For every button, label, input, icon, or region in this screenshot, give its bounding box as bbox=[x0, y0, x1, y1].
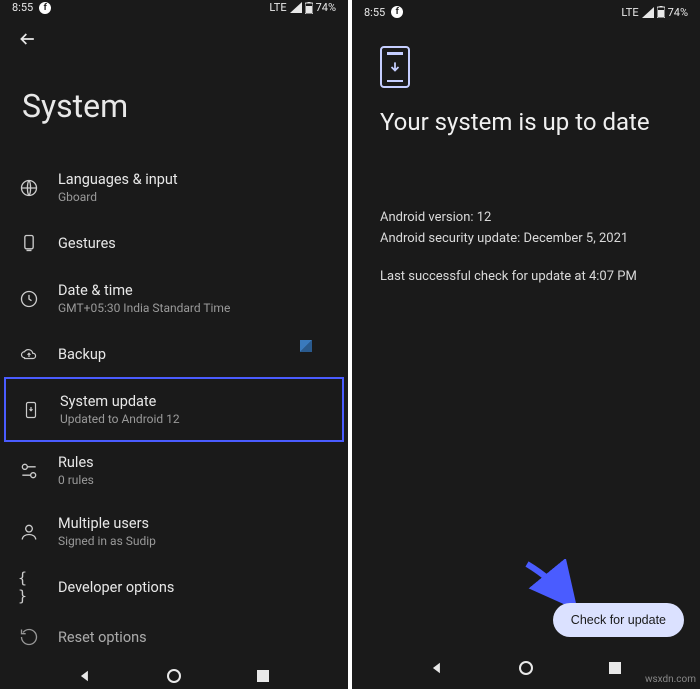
cloud-icon bbox=[18, 343, 40, 365]
clock-icon bbox=[18, 288, 40, 310]
list-item-system-update[interactable]: System update Updated to Android 12 bbox=[4, 377, 344, 442]
signal-icon bbox=[642, 7, 654, 18]
item-title: Reset options bbox=[58, 629, 147, 646]
list-item-rules[interactable]: Rules 0 rules bbox=[0, 440, 348, 501]
update-phone-icon bbox=[380, 46, 410, 88]
item-title: Multiple users bbox=[58, 515, 156, 532]
network-label: LTE bbox=[621, 6, 638, 19]
status-time: 8:55 bbox=[364, 6, 385, 19]
item-title: Backup bbox=[58, 346, 106, 363]
nav-home-button[interactable] bbox=[165, 667, 183, 685]
battery-percentage: 74% bbox=[668, 6, 688, 19]
list-item-backup[interactable]: Backup bbox=[0, 329, 348, 379]
gesture-icon bbox=[18, 232, 40, 254]
arrow-annotation-icon bbox=[522, 559, 582, 609]
item-title: System update bbox=[60, 393, 180, 410]
item-title: Languages & input bbox=[58, 171, 178, 188]
back-button[interactable] bbox=[18, 29, 38, 49]
phone-download-icon bbox=[20, 399, 42, 421]
battery-icon bbox=[305, 2, 313, 14]
last-check: Last successful check for update at 4:07… bbox=[380, 267, 672, 287]
settings-list: Languages & input Gboard Gestures Date &… bbox=[0, 157, 348, 662]
system-update-screen: 8:55 f LTE 74% Your system is up to date… bbox=[352, 0, 700, 689]
item-subtitle: Signed in as Sudip bbox=[58, 534, 156, 548]
settings-system-screen: 8:55 f LTE 74% System Languages & input … bbox=[0, 0, 348, 689]
nav-recents-button[interactable] bbox=[254, 667, 272, 685]
update-headline: Your system is up to date bbox=[352, 88, 700, 148]
security-update: Android security update: December 5, 202… bbox=[380, 231, 628, 246]
rules-icon bbox=[18, 460, 40, 482]
item-subtitle: Updated to Android 12 bbox=[60, 412, 180, 426]
list-item-reset-options[interactable]: Reset options bbox=[0, 612, 348, 662]
item-title: Gestures bbox=[58, 235, 116, 252]
globe-icon bbox=[18, 177, 40, 199]
item-title: Developer options bbox=[58, 579, 174, 596]
list-item-languages[interactable]: Languages & input Gboard bbox=[0, 157, 348, 218]
battery-percentage: 74% bbox=[316, 1, 336, 14]
nav-home-button[interactable] bbox=[517, 659, 535, 677]
nav-recents-button[interactable] bbox=[606, 659, 624, 677]
item-subtitle: 0 rules bbox=[58, 473, 94, 487]
nav-back-button[interactable] bbox=[428, 659, 446, 677]
item-subtitle: Gboard bbox=[58, 190, 178, 204]
braces-icon: { } bbox=[18, 576, 40, 598]
facebook-notification-icon: f bbox=[39, 2, 51, 14]
battery-icon bbox=[657, 6, 665, 18]
android-version: Android version: 12 bbox=[380, 210, 491, 225]
user-icon bbox=[18, 521, 40, 543]
update-info: Android version: 12 Android security upd… bbox=[352, 148, 700, 304]
page-title: System bbox=[0, 57, 348, 157]
status-bar: 8:55 f LTE 74% bbox=[0, 0, 348, 15]
list-item-date-time[interactable]: Date & time GMT+05:30 India Standard Tim… bbox=[0, 268, 348, 329]
network-label: LTE bbox=[269, 1, 286, 14]
list-item-developer-options[interactable]: { } Developer options bbox=[0, 562, 348, 612]
list-item-gestures[interactable]: Gestures bbox=[0, 218, 348, 268]
signal-icon bbox=[290, 2, 302, 13]
check-for-update-button[interactable]: Check for update bbox=[553, 603, 684, 637]
status-time: 8:55 bbox=[12, 1, 33, 14]
nav-back-button[interactable] bbox=[76, 667, 94, 685]
navigation-bar bbox=[0, 662, 348, 689]
watermark: wsxdn.com bbox=[645, 674, 696, 685]
facebook-notification-icon: f bbox=[391, 6, 403, 18]
reset-icon bbox=[18, 626, 40, 648]
list-item-multiple-users[interactable]: Multiple users Signed in as Sudip bbox=[0, 501, 348, 562]
item-title: Rules bbox=[58, 454, 94, 471]
status-bar: 8:55 f LTE 74% bbox=[352, 0, 700, 24]
item-title: Date & time bbox=[58, 282, 230, 299]
item-subtitle: GMT+05:30 India Standard Time bbox=[58, 301, 230, 315]
